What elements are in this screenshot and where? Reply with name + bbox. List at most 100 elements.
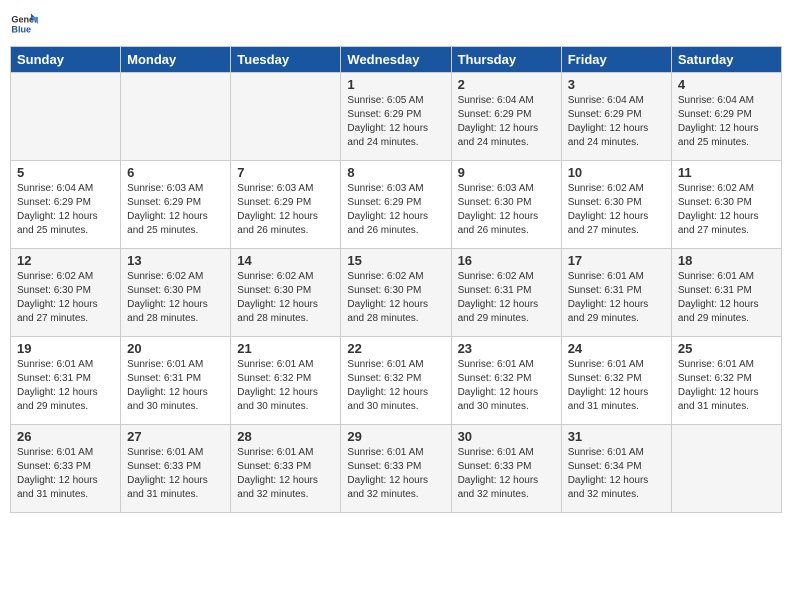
day-info: Sunrise: 6:01 AM Sunset: 6:31 PM Dayligh…	[127, 358, 224, 414]
calendar-day-cell: 17 Sunrise: 6:01 AM Sunset: 6:31 PM Dayli…	[561, 249, 671, 337]
calendar-day-cell: 3 Sunrise: 6:04 AM Sunset: 6:29 PM Daylig…	[561, 73, 671, 161]
day-info: Sunrise: 6:04 AM Sunset: 6:29 PM Dayligh…	[17, 182, 114, 238]
calendar-day-cell: 4 Sunrise: 6:04 AM Sunset: 6:29 PM Daylig…	[671, 73, 781, 161]
day-info: Sunrise: 6:01 AM Sunset: 6:33 PM Dayligh…	[127, 446, 224, 502]
day-info: Sunrise: 6:03 AM Sunset: 6:29 PM Dayligh…	[347, 182, 444, 238]
calendar-day-cell: 15 Sunrise: 6:02 AM Sunset: 6:30 PM Dayli…	[341, 249, 451, 337]
day-info: Sunrise: 6:01 AM Sunset: 6:32 PM Dayligh…	[678, 358, 775, 414]
weekday-header-cell: Wednesday	[341, 47, 451, 73]
calendar-day-cell: 16Sunrise: 6:02 AM Sunset: 6:31 PM Dayli…	[451, 249, 561, 337]
day-number: 19	[17, 341, 114, 356]
day-info: Sunrise: 6:01 AM Sunset: 6:32 PM Dayligh…	[347, 358, 444, 414]
calendar-day-cell: 28 Sunrise: 6:01 AM Sunset: 6:33 PM Dayli…	[231, 425, 341, 513]
day-number: 4	[678, 77, 775, 92]
day-info: Sunrise: 6:01 AM Sunset: 6:34 PM Dayligh…	[568, 446, 665, 502]
weekday-header-row: SundayMondayTuesdayWednesdayThursdayFrid…	[11, 47, 782, 73]
day-info: Sunrise: 6:01 AM Sunset: 6:31 PM Dayligh…	[17, 358, 114, 414]
day-info: Sunrise: 6:01 AM Sunset: 6:33 PM Dayligh…	[237, 446, 334, 502]
day-info: Sunrise: 6:02 AM Sunset: 6:30 PM Dayligh…	[347, 270, 444, 326]
day-info: Sunrise: 6:04 AM Sunset: 6:29 PM Dayligh…	[568, 94, 665, 150]
calendar-day-cell: 6Sunrise: 6:03 AM Sunset: 6:29 PM Daylig…	[121, 161, 231, 249]
calendar-week-row: 19 Sunrise: 6:01 AM Sunset: 6:31 PM Dayli…	[11, 337, 782, 425]
day-info: Sunrise: 6:04 AM Sunset: 6:29 PM Dayligh…	[678, 94, 775, 150]
weekday-header-cell: Friday	[561, 47, 671, 73]
calendar-table: SundayMondayTuesdayWednesdayThursdayFrid…	[10, 46, 782, 513]
day-number: 9	[458, 165, 555, 180]
day-info: Sunrise: 6:01 AM Sunset: 6:33 PM Dayligh…	[17, 446, 114, 502]
weekday-header-cell: Saturday	[671, 47, 781, 73]
day-number: 17	[568, 253, 665, 268]
calendar-day-cell: 23Sunrise: 6:01 AM Sunset: 6:32 PM Dayli…	[451, 337, 561, 425]
calendar-day-cell: 21 Sunrise: 6:01 AM Sunset: 6:32 PM Dayli…	[231, 337, 341, 425]
day-number: 22	[347, 341, 444, 356]
day-info: Sunrise: 6:02 AM Sunset: 6:30 PM Dayligh…	[127, 270, 224, 326]
calendar-day-cell: 30 Sunrise: 6:01 AM Sunset: 6:33 PM Dayli…	[451, 425, 561, 513]
logo-icon: General Blue	[10, 10, 38, 38]
day-info: Sunrise: 6:01 AM Sunset: 6:32 PM Dayligh…	[237, 358, 334, 414]
svg-text:Blue: Blue	[11, 24, 31, 34]
logo: General Blue	[10, 10, 38, 38]
calendar-day-cell: 5 Sunrise: 6:04 AM Sunset: 6:29 PM Daylig…	[11, 161, 121, 249]
day-number: 1	[347, 77, 444, 92]
day-number: 13	[127, 253, 224, 268]
day-number: 3	[568, 77, 665, 92]
day-number: 31	[568, 429, 665, 444]
day-info: Sunrise: 6:01 AM Sunset: 6:32 PM Dayligh…	[458, 358, 555, 414]
calendar-week-row: 26 Sunrise: 6:01 AM Sunset: 6:33 PM Dayli…	[11, 425, 782, 513]
calendar-day-cell: 8 Sunrise: 6:03 AM Sunset: 6:29 PM Daylig…	[341, 161, 451, 249]
day-number: 5	[17, 165, 114, 180]
day-number: 30	[458, 429, 555, 444]
day-info: Sunrise: 6:01 AM Sunset: 6:31 PM Dayligh…	[678, 270, 775, 326]
calendar-day-cell: 25 Sunrise: 6:01 AM Sunset: 6:32 PM Dayli…	[671, 337, 781, 425]
day-info: Sunrise: 6:03 AM Sunset: 6:29 PM Dayligh…	[237, 182, 334, 238]
day-number: 18	[678, 253, 775, 268]
day-info: Sunrise: 6:01 AM Sunset: 6:33 PM Dayligh…	[347, 446, 444, 502]
calendar-day-cell: 29 Sunrise: 6:01 AM Sunset: 6:33 PM Dayli…	[341, 425, 451, 513]
calendar-day-cell: 22 Sunrise: 6:01 AM Sunset: 6:32 PM Dayli…	[341, 337, 451, 425]
day-number: 14	[237, 253, 334, 268]
calendar-day-cell: 13 Sunrise: 6:02 AM Sunset: 6:30 PM Dayli…	[121, 249, 231, 337]
day-number: 27	[127, 429, 224, 444]
day-info: Sunrise: 6:03 AM Sunset: 6:30 PM Dayligh…	[458, 182, 555, 238]
weekday-header-cell: Monday	[121, 47, 231, 73]
calendar-day-cell: 27 Sunrise: 6:01 AM Sunset: 6:33 PM Dayli…	[121, 425, 231, 513]
day-info: Sunrise: 6:05 AM Sunset: 6:29 PM Dayligh…	[347, 94, 444, 150]
day-info: Sunrise: 6:02 AM Sunset: 6:30 PM Dayligh…	[17, 270, 114, 326]
calendar-week-row: 12 Sunrise: 6:02 AM Sunset: 6:30 PM Dayli…	[11, 249, 782, 337]
calendar-day-cell: 14 Sunrise: 6:02 AM Sunset: 6:30 PM Dayli…	[231, 249, 341, 337]
calendar-day-cell: 26 Sunrise: 6:01 AM Sunset: 6:33 PM Dayli…	[11, 425, 121, 513]
calendar-day-cell: 18 Sunrise: 6:01 AM Sunset: 6:31 PM Dayli…	[671, 249, 781, 337]
calendar-body: 1 Sunrise: 6:05 AM Sunset: 6:29 PM Daylig…	[11, 73, 782, 513]
day-number: 12	[17, 253, 114, 268]
calendar-day-cell: 31 Sunrise: 6:01 AM Sunset: 6:34 PM Dayli…	[561, 425, 671, 513]
day-number: 20	[127, 341, 224, 356]
day-number: 29	[347, 429, 444, 444]
day-info: Sunrise: 6:01 AM Sunset: 6:33 PM Dayligh…	[458, 446, 555, 502]
day-number: 15	[347, 253, 444, 268]
day-info: Sunrise: 6:01 AM Sunset: 6:31 PM Dayligh…	[568, 270, 665, 326]
weekday-header-cell: Sunday	[11, 47, 121, 73]
day-number: 8	[347, 165, 444, 180]
day-number: 6	[127, 165, 224, 180]
day-info: Sunrise: 6:02 AM Sunset: 6:31 PM Dayligh…	[458, 270, 555, 326]
calendar-day-cell	[231, 73, 341, 161]
calendar-day-cell: 19 Sunrise: 6:01 AM Sunset: 6:31 PM Dayli…	[11, 337, 121, 425]
calendar-day-cell: 1 Sunrise: 6:05 AM Sunset: 6:29 PM Daylig…	[341, 73, 451, 161]
calendar-week-row: 5 Sunrise: 6:04 AM Sunset: 6:29 PM Daylig…	[11, 161, 782, 249]
day-info: Sunrise: 6:02 AM Sunset: 6:30 PM Dayligh…	[568, 182, 665, 238]
day-info: Sunrise: 6:02 AM Sunset: 6:30 PM Dayligh…	[237, 270, 334, 326]
day-number: 10	[568, 165, 665, 180]
day-info: Sunrise: 6:02 AM Sunset: 6:30 PM Dayligh…	[678, 182, 775, 238]
weekday-header-cell: Tuesday	[231, 47, 341, 73]
calendar-week-row: 1 Sunrise: 6:05 AM Sunset: 6:29 PM Daylig…	[11, 73, 782, 161]
day-number: 25	[678, 341, 775, 356]
calendar-day-cell: 24Sunrise: 6:01 AM Sunset: 6:32 PM Dayli…	[561, 337, 671, 425]
day-number: 11	[678, 165, 775, 180]
calendar-day-cell: 11 Sunrise: 6:02 AM Sunset: 6:30 PM Dayli…	[671, 161, 781, 249]
day-number: 28	[237, 429, 334, 444]
day-number: 21	[237, 341, 334, 356]
calendar-day-cell: 2Sunrise: 6:04 AM Sunset: 6:29 PM Daylig…	[451, 73, 561, 161]
calendar-day-cell: 7Sunrise: 6:03 AM Sunset: 6:29 PM Daylig…	[231, 161, 341, 249]
day-number: 2	[458, 77, 555, 92]
day-number: 26	[17, 429, 114, 444]
